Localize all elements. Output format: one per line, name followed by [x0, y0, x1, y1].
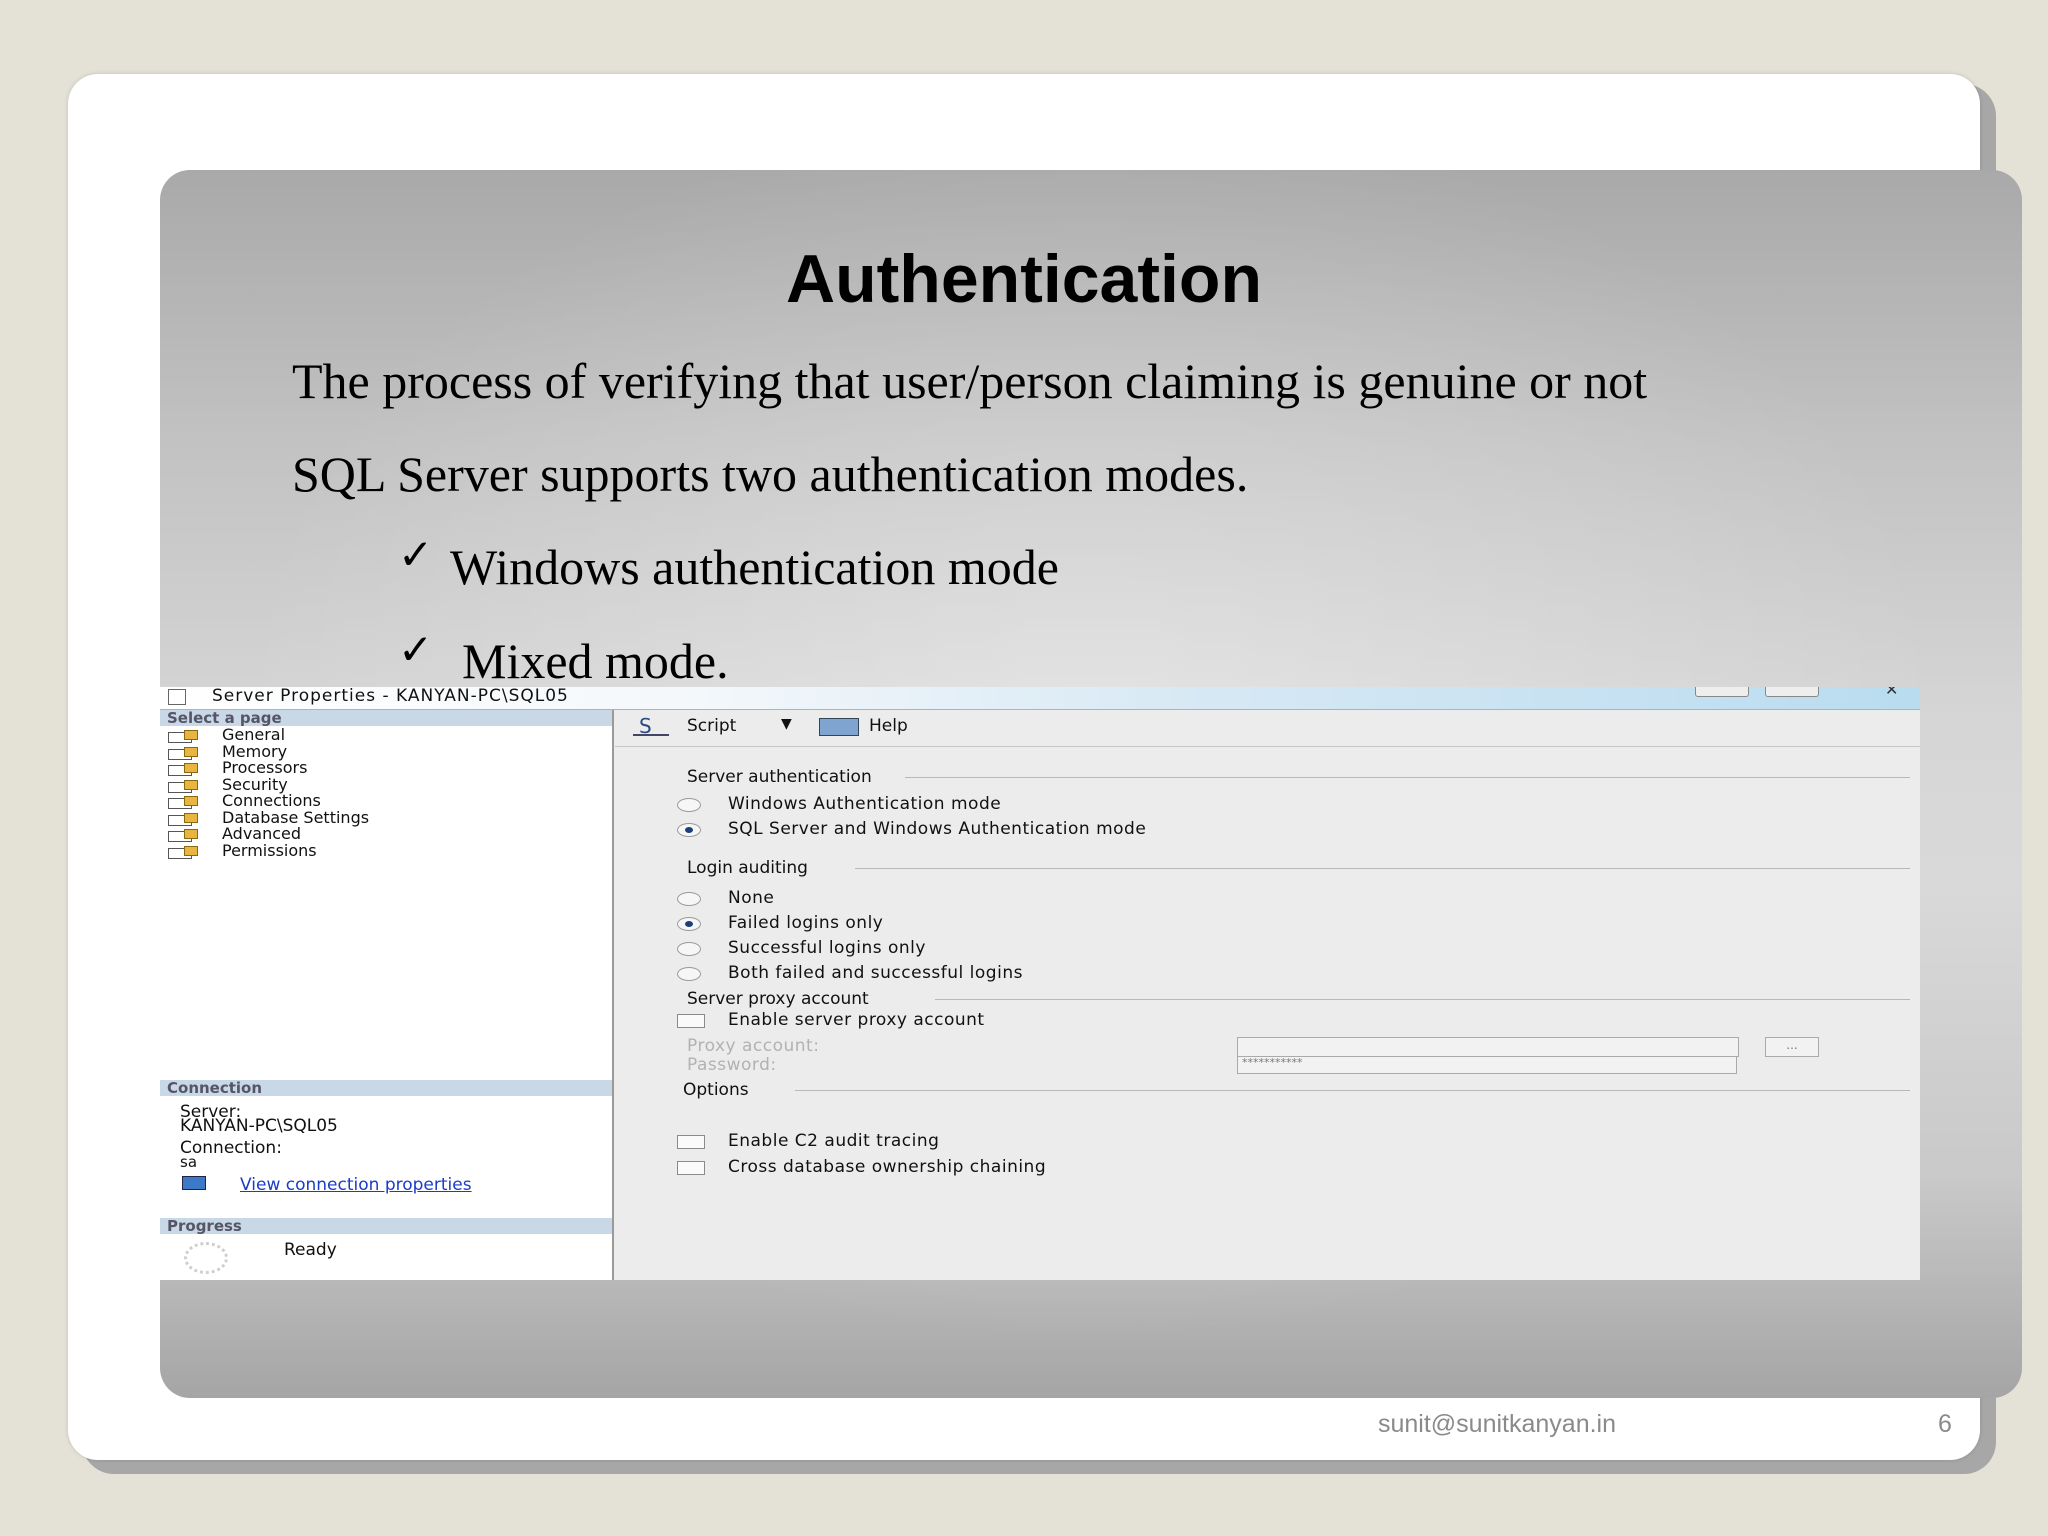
page-icon	[168, 746, 208, 760]
page-item-permissions[interactable]: Permissions	[168, 843, 317, 859]
mixed-auth-option[interactable]: SQL Server and Windows Authentication mo…	[728, 819, 1146, 839]
checkmark-icon: ✓	[398, 625, 434, 674]
page-icon	[168, 762, 208, 776]
c2-audit-option[interactable]: Enable C2 audit tracing	[728, 1131, 939, 1151]
left-pane: Select a page General Memory Processors …	[160, 710, 614, 1280]
login-auditing-heading: Login auditing	[687, 858, 808, 878]
page-item-connections[interactable]: Connections	[168, 793, 321, 809]
close-icon[interactable]: ✕	[1885, 687, 1898, 699]
page-icon	[168, 812, 208, 826]
right-pane: S Script ▼ Help Server authentication Wi…	[615, 710, 1920, 1280]
enable-proxy-option[interactable]: Enable server proxy account	[728, 1010, 985, 1030]
page-item-processors[interactable]: Processors	[168, 760, 307, 776]
checkmark-icon: ✓	[398, 530, 434, 579]
definition-text: The process of verifying that user/perso…	[292, 353, 1648, 409]
chevron-down-icon[interactable]: ▼	[781, 716, 792, 732]
page-icon	[168, 828, 208, 842]
browse-button[interactable]: ...	[1765, 1037, 1819, 1057]
server-properties-dialog: Server Properties - KANYAN-PC\SQL05 ✕ Se…	[160, 687, 1920, 1280]
windows-auth-option[interactable]: Windows Authentication mode	[728, 794, 1001, 814]
connection-properties-icon	[182, 1176, 206, 1190]
minimize-button[interactable]	[1695, 687, 1749, 697]
connection-header: Connection	[160, 1080, 612, 1096]
group-divider	[905, 777, 1910, 778]
page-item-general[interactable]: General	[168, 727, 285, 743]
progress-spinner-icon	[184, 1242, 228, 1274]
group-divider	[855, 868, 1910, 869]
connection-value: sa	[180, 1153, 198, 1171]
audit-successful-option[interactable]: Successful logins only	[728, 938, 926, 958]
page-icon	[168, 845, 208, 859]
enable-proxy-checkbox[interactable]	[677, 1014, 705, 1028]
windows-auth-radio[interactable]	[677, 798, 701, 812]
cross-db-option[interactable]: Cross database ownership chaining	[728, 1157, 1046, 1177]
server-authentication-heading: Server authentication	[687, 767, 872, 787]
help-icon	[819, 718, 859, 736]
group-divider	[795, 1090, 1910, 1091]
dialog-titlebar: Server Properties - KANYAN-PC\SQL05 ✕	[160, 687, 1920, 710]
bullet-mixed-mode: Mixed mode.	[462, 633, 729, 689]
page-item-advanced[interactable]: Advanced	[168, 826, 301, 842]
audit-none-radio[interactable]	[677, 892, 701, 906]
page-icon	[168, 779, 208, 793]
select-page-header: Select a page	[160, 710, 612, 726]
group-divider	[935, 999, 1910, 1000]
audit-both-radio[interactable]	[677, 967, 701, 981]
dialog-title: Server Properties - KANYAN-PC\SQL05	[212, 687, 569, 706]
mixed-auth-radio[interactable]	[677, 823, 701, 837]
audit-failed-option[interactable]: Failed logins only	[728, 913, 883, 933]
help-button[interactable]: Help	[869, 716, 908, 736]
maximize-button[interactable]	[1765, 687, 1819, 697]
toolbar: S Script ▼ Help	[615, 710, 1920, 747]
script-icon: S	[633, 714, 669, 738]
page-icon	[168, 795, 208, 809]
bullet-windows-mode: Windows authentication mode	[450, 539, 1059, 595]
c2-audit-checkbox[interactable]	[677, 1135, 705, 1149]
page-number: 6	[1938, 1410, 1952, 1438]
server-value: KANYAN-PC\SQL05	[180, 1116, 338, 1136]
audit-failed-radio[interactable]	[677, 917, 701, 931]
slide-title: Authentication	[786, 241, 1262, 317]
cross-db-checkbox[interactable]	[677, 1161, 705, 1175]
options-heading: Options	[683, 1080, 749, 1100]
proxy-heading: Server proxy account	[687, 989, 869, 1009]
progress-header: Progress	[160, 1218, 612, 1234]
proxy-account-input[interactable]	[1237, 1037, 1739, 1057]
progress-status: Ready	[284, 1240, 337, 1260]
footer-email: sunit@sunitkanyan.in	[1378, 1410, 1617, 1438]
script-button[interactable]: Script	[687, 716, 736, 736]
modes-intro-text: SQL Server supports two authentication m…	[292, 446, 1249, 502]
password-label: Password:	[687, 1055, 777, 1075]
window-icon	[168, 689, 186, 705]
view-connection-properties-link[interactable]: View connection properties	[240, 1175, 472, 1195]
page-icon	[168, 729, 208, 743]
proxy-account-label: Proxy account:	[687, 1036, 820, 1056]
audit-both-option[interactable]: Both failed and successful logins	[728, 963, 1023, 983]
audit-successful-radio[interactable]	[677, 942, 701, 956]
audit-none-option[interactable]: None	[728, 888, 774, 908]
password-input[interactable]: ***********	[1237, 1056, 1737, 1074]
